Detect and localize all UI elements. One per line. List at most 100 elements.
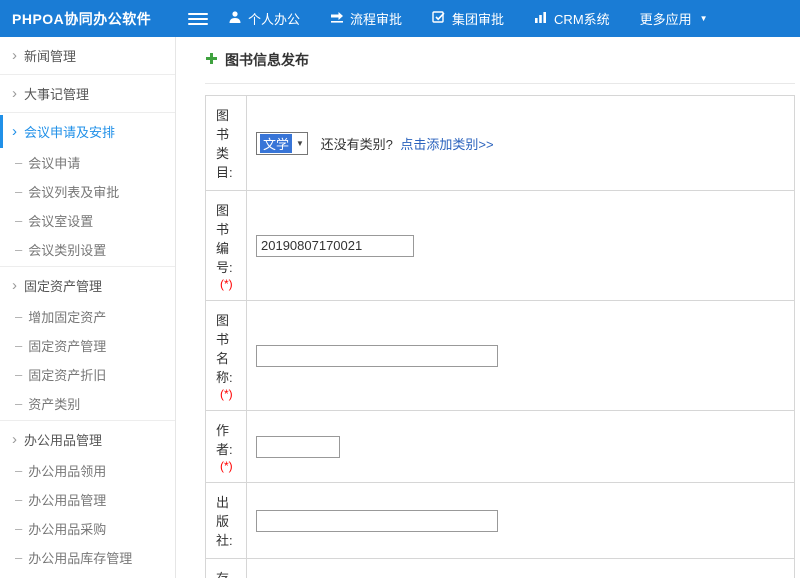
sidebar-subitem-label: 增加固定资产 (28, 307, 106, 326)
sidebar-subitem-meeting-list[interactable]: –会议列表及审批 (0, 177, 175, 206)
nav-group-approval[interactable]: 集团审批 (432, 9, 504, 28)
category-hint: 还没有类别? (321, 137, 393, 152)
sidebar-subitem-meeting-category-settings[interactable]: –会议类别设置 (0, 235, 175, 264)
row-publisher: 出版社: (206, 483, 795, 559)
sidebar-item-label: 会议申请及安排 (24, 122, 115, 141)
sidebar-subitem-label: 办公用品采购 (28, 519, 106, 538)
sidebar-item-meeting-mgmt[interactable]: › 会议申请及安排 (0, 115, 175, 148)
add-icon (205, 52, 218, 68)
sidebar-subitem-meeting-apply[interactable]: –会议申请 (0, 148, 175, 177)
sidebar-item-label: 新闻管理 (24, 46, 76, 65)
sidebar-subitem-label: 办公用品管理 (28, 490, 106, 509)
sidebar-subitem-asset-depreciation[interactable]: –固定资产折旧 (0, 360, 175, 389)
page-header: 图书信息发布 (205, 50, 795, 84)
dash-icon: – (15, 338, 22, 353)
main-content: 图书信息发布 图书类目: 文学 ▼ 还没有类别? 点击添加类别>> (176, 37, 800, 578)
required-mark: (*) (220, 277, 233, 291)
dash-icon: – (15, 309, 22, 324)
dash-icon: – (15, 521, 22, 536)
dash-icon: – (15, 550, 22, 565)
row-category: 图书类目: 文学 ▼ 还没有类别? 点击添加类别>> (206, 96, 795, 191)
chevron-right-icon: › (12, 435, 17, 445)
nav-label: 集团审批 (452, 9, 504, 28)
sidebar-subitem-supplies-claim[interactable]: –办公用品领用 (0, 456, 175, 485)
nav-label: 个人办公 (248, 9, 300, 28)
dash-icon: – (15, 155, 22, 170)
row-author: 作者:(*) (206, 411, 795, 483)
author-input[interactable] (256, 436, 340, 458)
user-icon (228, 10, 242, 27)
sidebar-item-news-mgmt[interactable]: › 新闻管理 (0, 39, 175, 72)
add-category-link[interactable]: 点击添加类别>> (400, 137, 493, 152)
approval-check-icon (432, 10, 446, 27)
nav-label: 流程审批 (350, 9, 402, 28)
sidebar-item-label: 固定资产管理 (24, 276, 102, 295)
bar-chart-icon (534, 10, 548, 27)
sidebar-item-label: 大事记管理 (24, 84, 89, 103)
topbar-nav: 个人办公 流程审批 集团审批 CRM系统 更多应用 ▼ (228, 9, 738, 28)
dash-icon: – (15, 184, 22, 199)
sidebar-item-memorabilia-mgmt[interactable]: › 大事记管理 (0, 77, 175, 110)
sidebar: › 新闻管理 › 大事记管理 › 会议申请及安排 –会议申请 –会议列表及审批 … (0, 37, 176, 578)
book-name-input[interactable] (256, 345, 498, 367)
chevron-right-icon: › (12, 281, 17, 291)
sidebar-subitem-approval-permission[interactable]: –审批权限设置 (0, 572, 175, 578)
chevron-right-icon: › (12, 127, 17, 137)
sidebar-subitem-supplies-inventory[interactable]: –办公用品库存管理 (0, 543, 175, 572)
sidebar-subitem-label: 会议列表及审批 (28, 182, 119, 201)
sidebar-item-office-supplies-mgmt[interactable]: › 办公用品管理 (0, 423, 175, 456)
nav-workflow-approval[interactable]: 流程审批 (330, 9, 402, 28)
sidebar-item-label: 办公用品管理 (24, 430, 102, 449)
sidebar-subitem-add-asset[interactable]: –增加固定资产 (0, 302, 175, 331)
field-label: 出版社: (216, 495, 233, 548)
field-label: 图书名称: (216, 313, 233, 385)
field-label: 作者: (216, 423, 233, 457)
dash-icon: – (15, 367, 22, 382)
sidebar-subitem-asset-category[interactable]: –资产类别 (0, 389, 175, 418)
dash-icon: – (15, 213, 22, 228)
dash-icon: – (15, 396, 22, 411)
nav-label: 更多应用 (640, 9, 692, 28)
caret-down-icon: ▼ (700, 14, 708, 23)
sidebar-subitem-label: 固定资产管理 (28, 336, 106, 355)
nav-crm-system[interactable]: CRM系统 (534, 9, 610, 28)
sidebar-subitem-label: 资产类别 (28, 394, 80, 413)
sidebar-item-fixed-assets-mgmt[interactable]: › 固定资产管理 (0, 269, 175, 302)
category-select-value: 文学 (260, 134, 292, 153)
dash-icon: – (15, 463, 22, 478)
nav-label: CRM系统 (554, 9, 610, 28)
sidebar-subitem-label: 会议类别设置 (28, 240, 106, 259)
dash-icon: – (15, 242, 22, 257)
sidebar-subitem-label: 会议室设置 (28, 211, 93, 230)
menu-icon[interactable] (188, 13, 208, 25)
dash-icon: – (15, 492, 22, 507)
sidebar-subitem-asset-mgmt[interactable]: –固定资产管理 (0, 331, 175, 360)
topbar: PHPOA协同办公软件 个人办公 流程审批 集团审批 CRM系统 更多应用 ▼ (0, 0, 800, 37)
app-window: PHPOA协同办公软件 个人办公 流程审批 集团审批 CRM系统 更多应用 ▼ (0, 0, 800, 578)
sidebar-subitem-supplies-purchase[interactable]: –办公用品采购 (0, 514, 175, 543)
chevron-right-icon: › (12, 89, 17, 99)
row-location: 存放地点:(*) (206, 559, 795, 578)
nav-personal-office[interactable]: 个人办公 (228, 9, 300, 28)
sidebar-subitem-label: 固定资产折旧 (28, 365, 106, 384)
book-form: 图书类目: 文学 ▼ 还没有类别? 点击添加类别>> 图书编号: (*) (205, 95, 795, 578)
book-code-input[interactable] (256, 235, 414, 257)
workflow-icon (330, 10, 344, 27)
field-label: 图书编号: (216, 203, 233, 275)
caret-down-icon: ▼ (296, 139, 304, 148)
sidebar-subitem-label: 办公用品库存管理 (28, 548, 132, 567)
app-logo: PHPOA协同办公软件 (0, 9, 176, 29)
field-label: 图书类目: (216, 108, 233, 180)
required-mark: (*) (220, 387, 233, 401)
nav-more-apps[interactable]: 更多应用 ▼ (640, 9, 708, 28)
sidebar-subitem-label: 办公用品领用 (28, 461, 106, 480)
page-title: 图书信息发布 (225, 50, 309, 70)
row-book-name: 图书名称: (*) (206, 301, 795, 411)
sidebar-subitem-label: 会议申请 (28, 153, 80, 172)
publisher-input[interactable] (256, 510, 498, 532)
sidebar-subitem-supplies-mgmt[interactable]: –办公用品管理 (0, 485, 175, 514)
row-book-code: 图书编号: (*) (206, 191, 795, 301)
sidebar-subitem-meeting-room-settings[interactable]: –会议室设置 (0, 206, 175, 235)
chevron-right-icon: › (12, 51, 17, 61)
category-select[interactable]: 文学 ▼ (256, 132, 308, 155)
